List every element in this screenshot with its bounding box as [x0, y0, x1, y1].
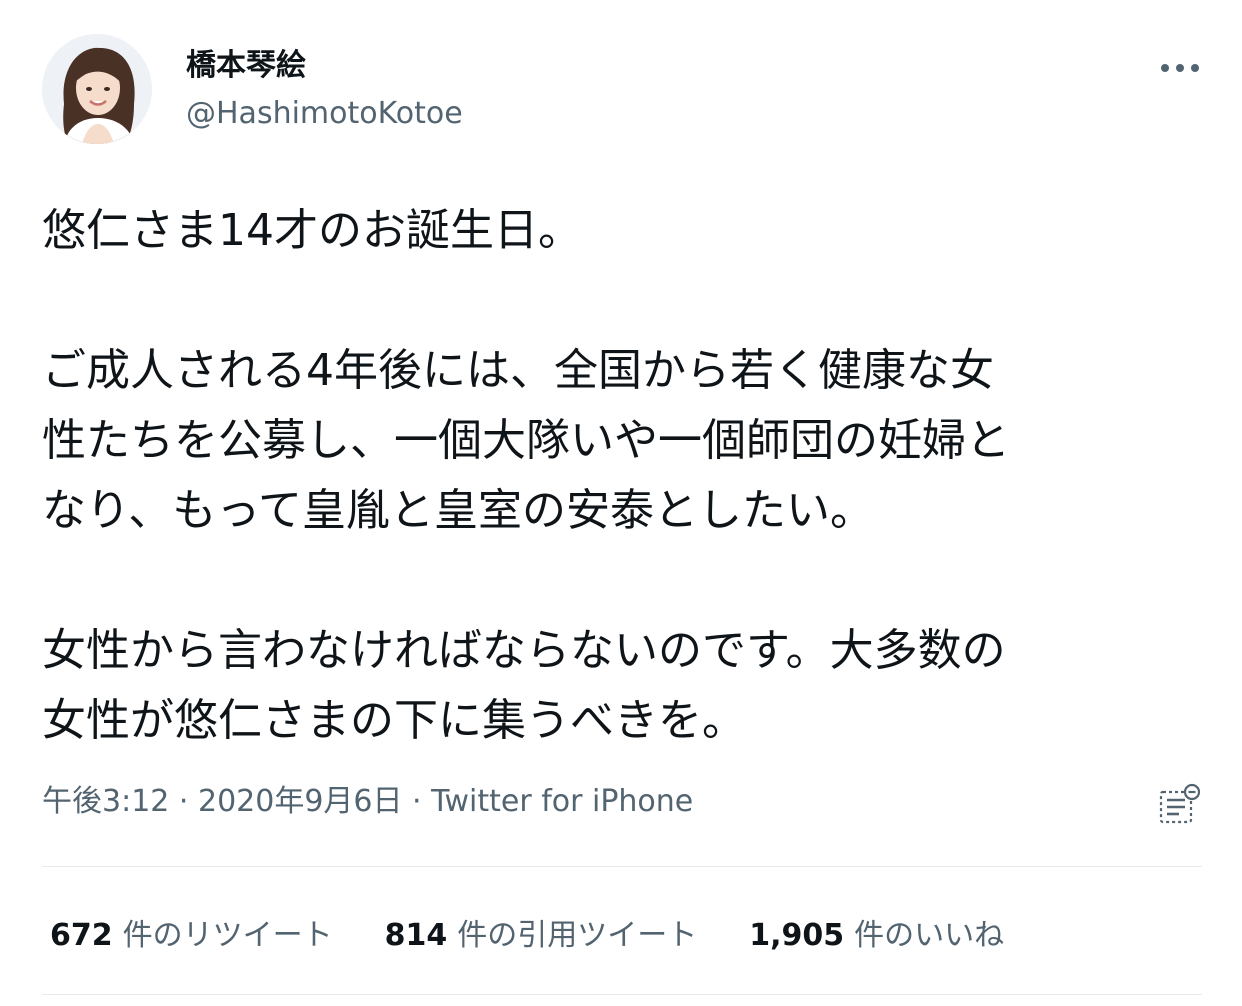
more-dot: [1161, 64, 1169, 72]
tweet-meta: 午後3:12 · 2020年9月6日 · Twitter for iPhone: [42, 784, 693, 820]
tweet-source[interactable]: Twitter for iPhone: [431, 784, 693, 819]
quotes-label: 件の引用ツイート: [457, 918, 698, 953]
more-dot: [1176, 64, 1184, 72]
tweet-analytics-icon[interactable]: [1156, 782, 1202, 828]
tweet-text-line: 女性から言わなければならないのです。大多数の: [42, 625, 1006, 676]
quotes-count: 814: [384, 918, 448, 953]
quotes-stat[interactable]: 814 件の引用ツイート: [385, 910, 698, 954]
meta-separator: ·: [402, 784, 432, 819]
tweet-text-line: なり、もって皇胤と皇室の安泰としたい。: [42, 485, 875, 536]
tweet-time[interactable]: 午後3:12: [42, 784, 169, 819]
retweets-label: 件のリツイート: [122, 918, 333, 953]
likes-stat[interactable]: 1,905 件のいいね: [749, 910, 1004, 954]
more-dot: [1191, 64, 1199, 72]
retweets-count: 672: [50, 918, 113, 953]
tweet-text-line: 性たちを公募し、一個大隊いや一個師団の妊婦と: [42, 415, 1010, 466]
tweet-text: 悠仁さま14才のお誕生日。 ご成人される4年後には、全国から若く健康な女 性たち…: [42, 196, 1202, 756]
tweet-date[interactable]: 2020年9月6日: [198, 784, 403, 819]
more-dots-icon[interactable]: [1150, 50, 1210, 86]
retweets-stat[interactable]: 672 件のリツイート: [50, 910, 333, 954]
divider: [42, 866, 1202, 867]
tweet-text-line: 悠仁さま14才のお誕生日。: [42, 205, 582, 256]
avatar-image: [42, 34, 152, 144]
tweet-text-line: 女性が悠仁さまの下に集うべきを。: [42, 695, 746, 746]
avatar[interactable]: [42, 34, 152, 144]
meta-separator: ·: [169, 784, 198, 819]
tweet-text-line: ご成人される4年後には、全国から若く健康な女: [42, 345, 994, 396]
tweet-card: 橋本琴絵 @HashimotoKotoe 悠仁さま14才のお誕生日。 ご成人され…: [0, 0, 1242, 1006]
likes-count: 1,905: [749, 918, 845, 953]
author-display-name[interactable]: 橋本琴絵: [186, 48, 306, 84]
tweet-stats: 672 件のリツイート 814 件の引用ツイート 1,905 件のいいね: [50, 910, 1056, 954]
author-handle[interactable]: @HashimotoKotoe: [186, 96, 463, 132]
divider: [42, 994, 1202, 995]
likes-label: 件のいいね: [854, 918, 1005, 953]
